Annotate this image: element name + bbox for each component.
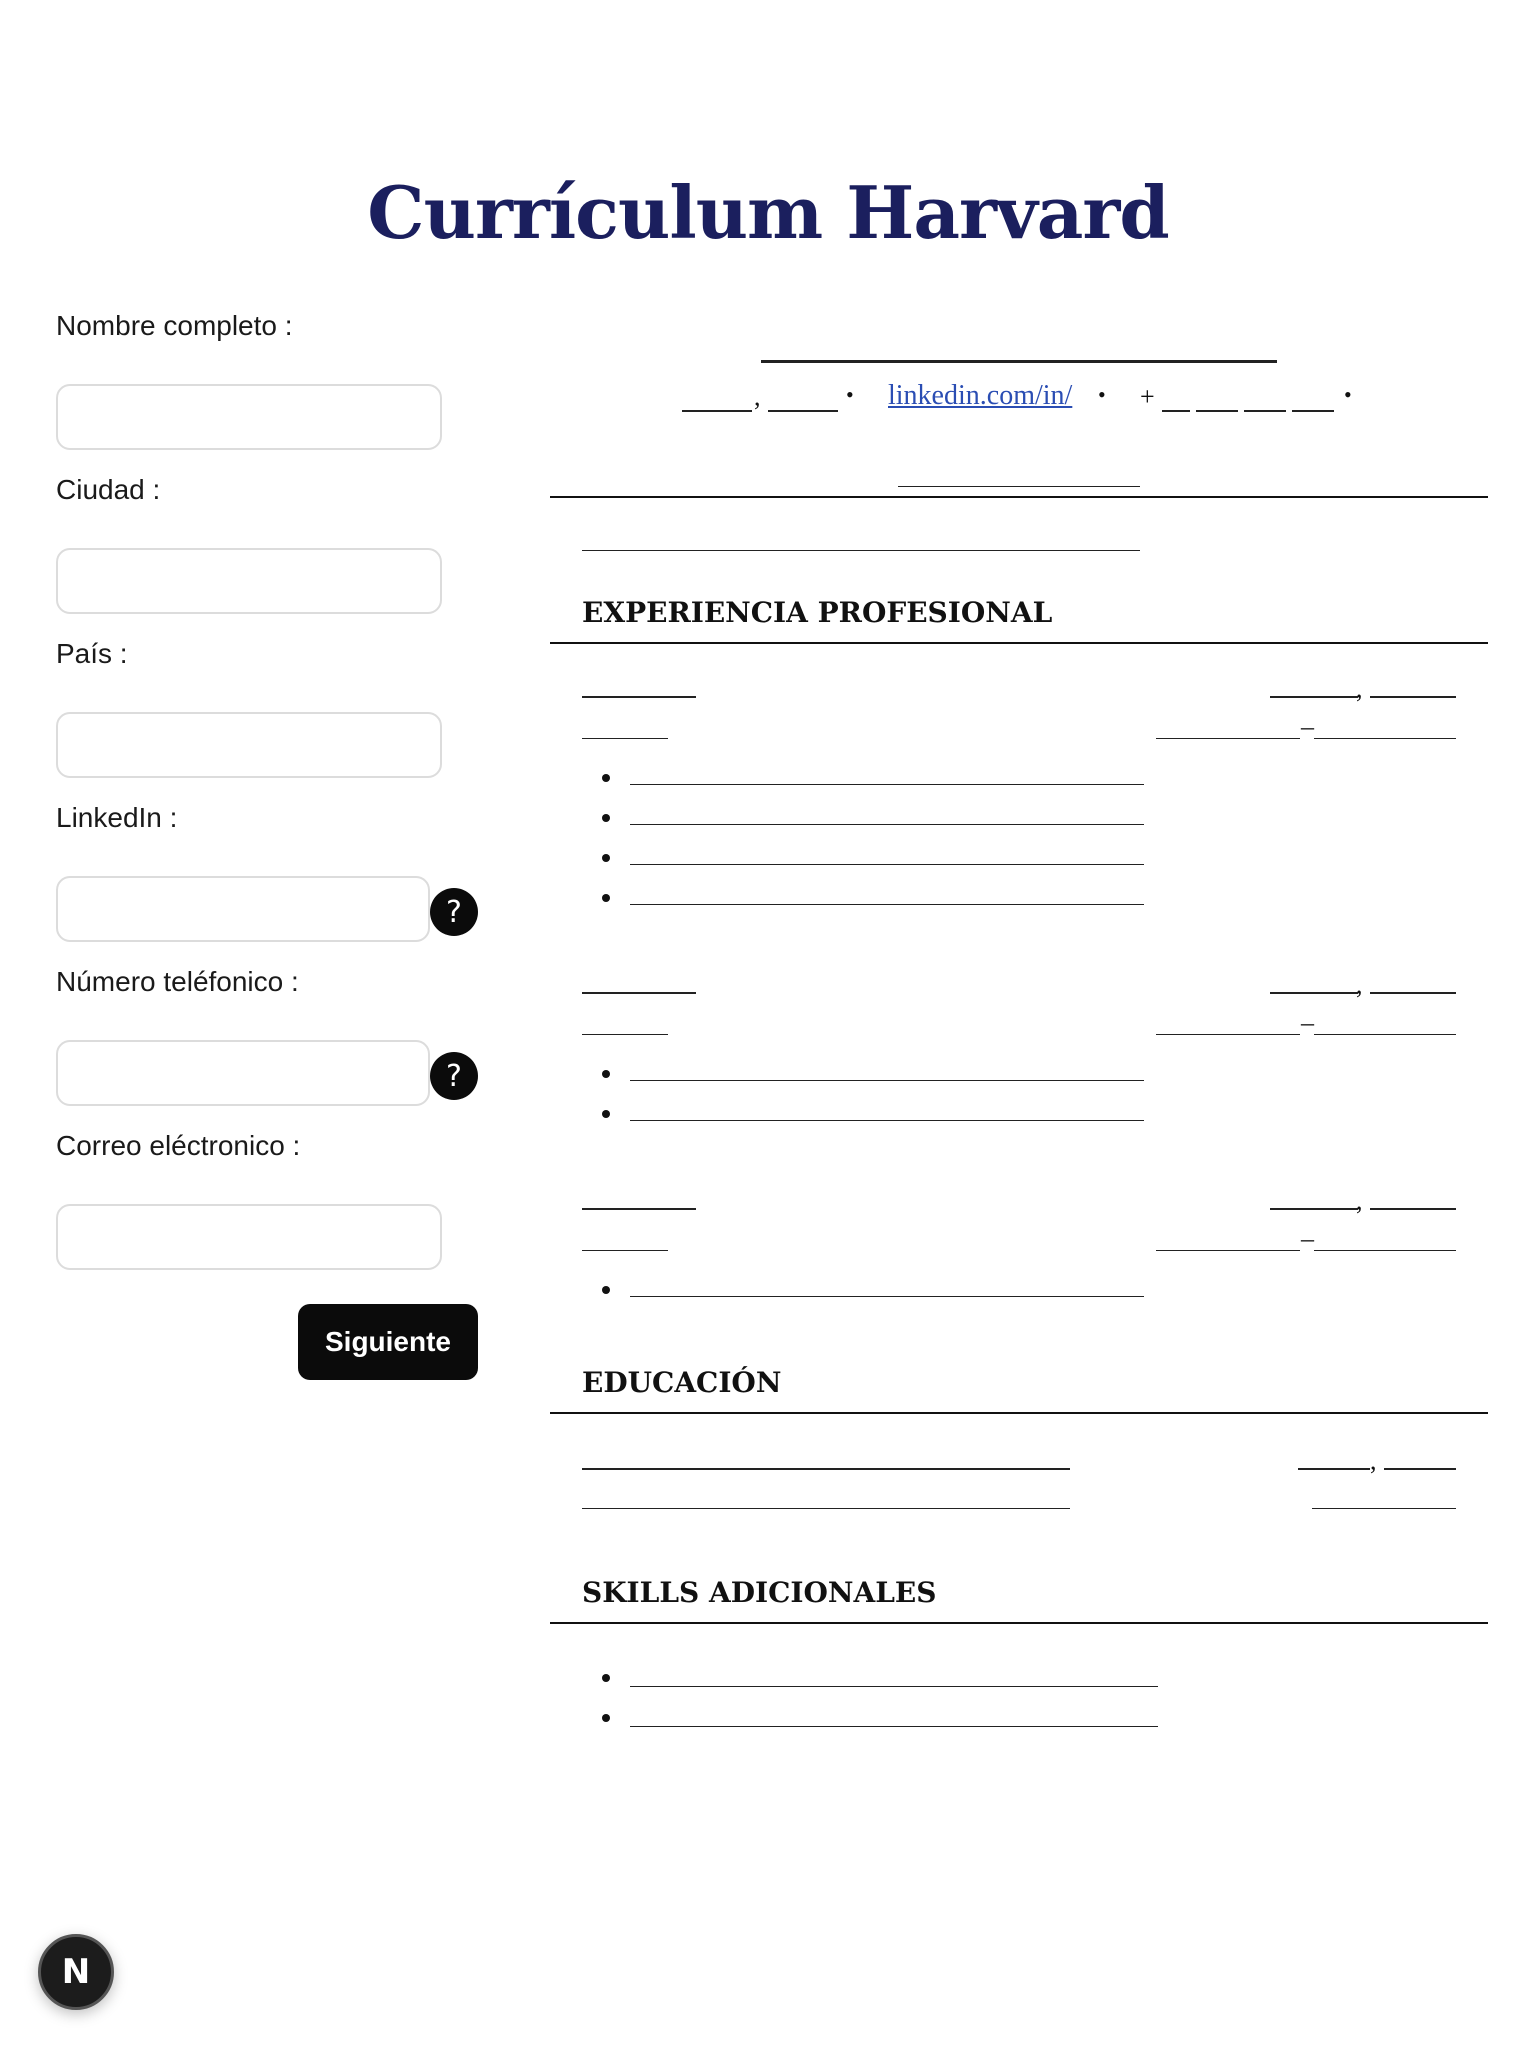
field-city: Ciudad : [56,474,486,638]
page-title: Currículum Harvard [367,170,1169,255]
phone-placeholder-line [1162,410,1190,412]
graduation-date-placeholder-line [1312,1508,1456,1509]
field-country: País : [56,638,486,802]
date-placeholder-line [1156,738,1300,739]
date-placeholder-line [1314,1250,1456,1251]
date-dash: – [1301,1008,1314,1037]
date-placeholder-line [1314,738,1456,739]
section-divider [550,642,1488,644]
school-placeholder-line [582,1468,1070,1470]
achievement-placeholder-line [630,1120,1144,1121]
location-placeholder-line [1298,1468,1370,1470]
phone-placeholder-line [1244,410,1286,412]
linkedin-help-icon[interactable]: ? [430,888,478,936]
location-placeholder-line [1370,696,1456,698]
full-name-label: Nombre completo : [56,310,293,341]
location-placeholder-line [1270,696,1358,698]
email-label: Correo eléctronico : [56,1130,301,1161]
date-dash: – [1301,712,1314,741]
company-placeholder-line [582,696,696,698]
country-input[interactable] [56,712,442,778]
location-comma: , [1370,1446,1377,1475]
date-placeholder-line [1156,1250,1300,1251]
linkedin-label: LinkedIn : [56,802,178,833]
full-name-input[interactable] [56,384,442,450]
separator-dot: • [846,382,854,407]
date-placeholder-line [1314,1034,1456,1035]
bullet-point [602,1070,610,1078]
achievement-placeholder-line [630,824,1144,825]
skill-placeholder-line [630,1686,1158,1687]
city-label: Ciudad : [56,474,161,505]
field-full-name: Nombre completo : [56,310,486,474]
location-comma: , [1356,970,1363,999]
degree-placeholder-line [582,1508,1070,1509]
date-dash: – [1301,1224,1314,1253]
contact-comma: , [754,382,761,411]
company-placeholder-line [582,992,696,994]
skill-placeholder-line [630,1726,1158,1727]
section-experience-title: EXPERIENCIA PROFESIONAL [582,596,1053,629]
phone-help-icon[interactable]: ? [430,1052,478,1100]
achievement-placeholder-line [630,864,1144,865]
phone-input[interactable] [56,1040,430,1106]
location-comma: , [1356,1186,1363,1215]
summary-placeholder-line [582,550,1140,551]
section-divider [550,1412,1488,1414]
section-skills-title: SKILLS ADICIONALES [582,1576,937,1609]
phone-plus: + [1140,382,1155,411]
bullet-point [602,894,610,902]
role-placeholder-line [582,1250,668,1251]
field-email: Correo eléctronico : [56,1130,486,1294]
separator-dot: • [1098,382,1106,407]
contact-line: , • linkedin.com/in/ • + • [550,380,1488,420]
role-placeholder-line [582,738,668,739]
location-placeholder-line [1270,1208,1358,1210]
location-placeholder-line [1270,992,1358,994]
achievement-placeholder-line [630,784,1144,785]
section-divider [550,1622,1488,1624]
next-button[interactable]: Siguiente [298,1304,478,1380]
email-input[interactable] [56,1204,442,1270]
location-comma: , [1356,674,1363,703]
bullet-point [602,1674,610,1682]
achievement-placeholder-line [630,1296,1144,1297]
bullet-point [602,854,610,862]
nextjs-dev-badge[interactable]: N [38,1934,114,2010]
role-placeholder-line [582,1034,668,1035]
linkedin-input[interactable] [56,876,430,942]
field-linkedin: LinkedIn : ? [56,802,486,966]
achievement-placeholder-line [630,904,1144,905]
section-education-title: EDUCACIÓN [582,1366,782,1399]
location-placeholder-line [1370,1208,1456,1210]
linkedin-link[interactable]: linkedin.com/in/ [888,380,1072,412]
cv-form: Nombre completo : Ciudad : País : Linked… [56,310,486,1380]
phone-placeholder-line [1292,410,1334,412]
bullet-point [602,1286,610,1294]
bullet-point [602,774,610,782]
country-label: País : [56,638,128,669]
achievement-placeholder-line [630,1080,1144,1081]
separator-dot: • [1344,382,1352,407]
field-phone: Número teléfonico : ? [56,966,486,1130]
city-placeholder-line [682,410,752,412]
date-placeholder-line [1156,1034,1300,1035]
location-placeholder-line [1384,1468,1456,1470]
bullet-point [602,1110,610,1118]
city-input[interactable] [56,548,442,614]
location-placeholder-line [1370,992,1456,994]
phone-label: Número teléfonico : [56,966,299,997]
company-placeholder-line [582,1208,696,1210]
email-placeholder-line [898,486,1140,487]
header-divider [550,496,1488,498]
name-placeholder-line [761,360,1277,363]
bullet-point [602,814,610,822]
bullet-point [602,1714,610,1722]
country-placeholder-line [768,410,838,412]
phone-placeholder-line [1196,410,1238,412]
